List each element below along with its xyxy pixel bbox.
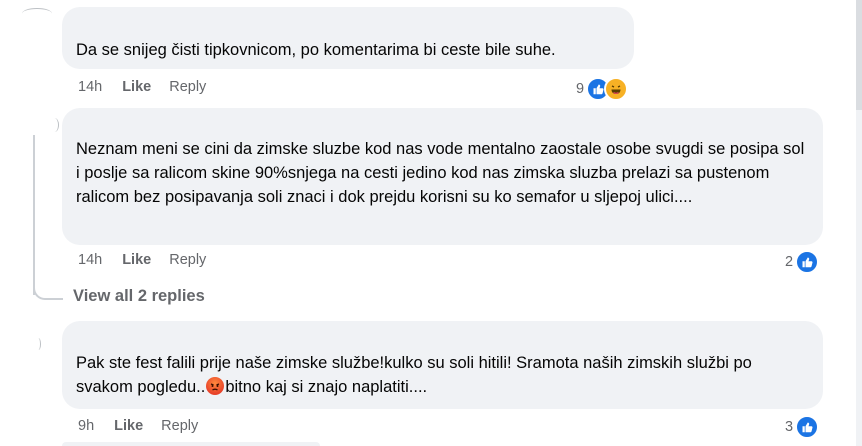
comment-text: Pak ste fest falili prije naše zimske sl… <box>76 351 809 399</box>
angry-face-emoji <box>206 377 225 395</box>
scrollbar-track[interactable] <box>856 0 862 446</box>
comment-timestamp[interactable]: 9h <box>78 418 94 434</box>
view-replies-link[interactable]: View all 2 replies <box>73 287 205 306</box>
like-icon <box>795 250 820 274</box>
reply-button[interactable]: Reply <box>169 252 206 268</box>
reply-button[interactable]: Reply <box>169 79 206 95</box>
comment-actions: 14h Like Reply <box>78 79 206 95</box>
next-comment-bubble-edge <box>62 442 320 446</box>
avatar[interactable] <box>50 118 59 132</box>
comment-text-part: bitno kaj si znajo naplatiti.... <box>225 378 428 396</box>
avatar[interactable] <box>22 8 52 19</box>
comment-timestamp[interactable]: 14h <box>78 79 102 95</box>
like-button[interactable]: Like <box>122 79 151 95</box>
reply-button[interactable]: Reply <box>161 418 198 434</box>
comment-bubble: Neznam meni se cini da zimske sluzbe kod… <box>62 108 823 245</box>
like-icon <box>795 415 820 439</box>
haha-icon <box>604 77 629 101</box>
reaction-count: 9 <box>576 81 585 97</box>
reaction-count: 3 <box>785 419 794 435</box>
comment-text: Da se snijeg čisti tipkovnicom, po komen… <box>76 41 556 59</box>
avatar[interactable] <box>36 338 41 350</box>
like-button[interactable]: Like <box>122 252 151 268</box>
comment-text: Neznam meni se cini da zimske sluzbe kod… <box>76 140 809 206</box>
comment-actions: 9h Like Reply <box>78 418 198 434</box>
like-button[interactable]: Like <box>114 418 143 434</box>
comment-actions: 14h Like Reply <box>78 252 206 268</box>
scrollbar-thumb[interactable] <box>856 0 862 110</box>
reaction-summary[interactable]: 9 <box>576 77 629 101</box>
thread-connector-line <box>33 135 35 295</box>
reaction-summary[interactable]: 3 <box>785 415 820 439</box>
comment-bubble: Da se snijeg čisti tipkovnicom, po komen… <box>62 7 634 69</box>
reaction-summary[interactable]: 2 <box>785 250 820 274</box>
thread-connector-curve <box>33 280 63 300</box>
comment-bubble: Pak ste fest falili prije naše zimske sl… <box>62 321 823 409</box>
reaction-count: 2 <box>785 254 794 270</box>
comment-timestamp[interactable]: 14h <box>78 252 102 268</box>
